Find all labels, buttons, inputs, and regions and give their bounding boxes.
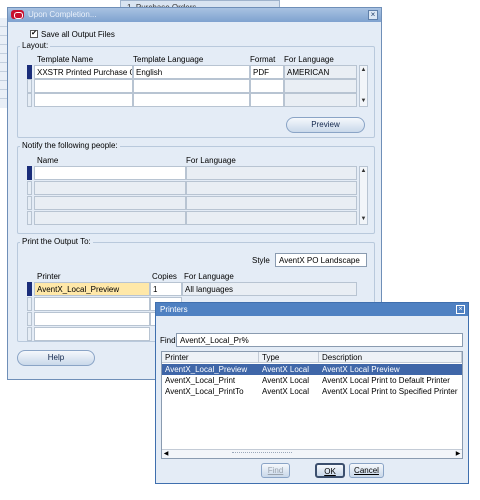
printer-name: AventX_Local_Preview: [165, 365, 248, 374]
template-language-cell[interactable]: English: [133, 65, 250, 79]
col-name: Name: [37, 156, 59, 165]
layout-scrollbar[interactable]: ▲ ▼: [359, 65, 368, 107]
row-indicator[interactable]: [27, 327, 32, 341]
ok-button-label: OK: [324, 467, 336, 476]
row-indicator[interactable]: [27, 282, 32, 296]
notify-language-cell[interactable]: [186, 166, 357, 180]
col-type: Type: [259, 352, 319, 363]
printers-titlebar[interactable]: Printers ×: [156, 303, 468, 316]
for-language-cell[interactable]: [284, 79, 357, 93]
close-icon[interactable]: ×: [456, 305, 465, 314]
col-format: Format: [250, 55, 276, 64]
notify-name-cell[interactable]: [34, 211, 186, 225]
list-item[interactable]: AventX_Local_Preview AventX Local AventX…: [162, 364, 462, 375]
printers-title: Printers: [160, 305, 188, 314]
row-indicator[interactable]: [27, 211, 32, 225]
printer-cell[interactable]: [34, 327, 150, 341]
notify-language-cell[interactable]: [186, 181, 357, 195]
template-name-cell[interactable]: [34, 79, 133, 93]
col-for-language: For Language: [186, 156, 236, 165]
scroll-up-icon[interactable]: ▲: [360, 168, 367, 175]
find-input[interactable]: AventX_Local_Pr%: [176, 333, 463, 347]
printers-list: Printer Type Description AventX_Local_Pr…: [161, 351, 463, 459]
row-indicator[interactable]: [27, 312, 32, 326]
save-all-checkbox[interactable]: ✔: [30, 30, 38, 38]
template-name-cell[interactable]: [34, 93, 133, 107]
layout-group: Layout: Template Name Template Language …: [17, 41, 375, 138]
find-button-label: Find: [267, 466, 284, 475]
scroll-up-icon[interactable]: ▲: [360, 67, 367, 74]
printer-type: AventX Local: [262, 365, 309, 374]
printer-type: AventX Local: [262, 387, 309, 396]
printer-cell[interactable]: [34, 297, 150, 311]
style-field[interactable]: AventX PO Landscape: [275, 253, 367, 267]
format-cell[interactable]: PDF: [250, 65, 284, 79]
printer-type: AventX Local: [262, 376, 309, 385]
scroll-left-icon[interactable]: ◀: [162, 450, 170, 458]
layout-group-title: Layout:: [20, 41, 51, 50]
row-indicator[interactable]: [27, 196, 32, 210]
col-template-name: Template Name: [37, 55, 94, 64]
template-name-cell[interactable]: XXSTR Printed Purchase O: [34, 65, 133, 79]
style-label: Style: [252, 256, 270, 265]
scroll-right-icon[interactable]: ▶: [454, 450, 462, 458]
row-indicator[interactable]: [27, 166, 32, 180]
notify-group: Notify the following people: Name For La…: [17, 141, 375, 234]
notify-language-cell[interactable]: [186, 196, 357, 210]
printer-description: AventX Local Print to Specified Printer: [322, 387, 458, 396]
col-template-language: Template Language: [133, 55, 204, 64]
horizontal-scrollbar[interactable]: ◀ ▶: [162, 449, 462, 458]
scroll-down-icon[interactable]: ▼: [360, 98, 367, 105]
col-copies: Copies: [152, 272, 177, 281]
format-cell[interactable]: [250, 93, 284, 107]
format-cell[interactable]: [250, 79, 284, 93]
find-label: Find: [160, 336, 176, 345]
preview-button[interactable]: Preview: [286, 117, 365, 133]
print-language-cell[interactable]: All languages: [182, 282, 357, 296]
save-all-label: Save all Output Files: [41, 30, 115, 39]
cancel-button[interactable]: Cancel: [349, 463, 384, 478]
row-indicator[interactable]: [27, 79, 32, 93]
row-indicator[interactable]: [27, 297, 32, 311]
list-item[interactable]: AventX_Local_Print AventX Local AventX L…: [162, 375, 462, 386]
close-icon[interactable]: ×: [368, 10, 378, 20]
printer-description: AventX Local Preview: [322, 365, 400, 374]
notify-scrollbar[interactable]: ▲ ▼: [359, 166, 368, 225]
col-for-language: For Language: [184, 272, 234, 281]
printers-dialog: Printers × Find AventX_Local_Pr% Printer…: [155, 302, 469, 484]
window-title: Upon Completion...: [28, 10, 97, 19]
notify-name-cell[interactable]: [34, 166, 186, 180]
find-button[interactable]: Find: [261, 463, 290, 478]
copies-cell[interactable]: 1: [150, 282, 182, 296]
ok-button[interactable]: OK: [315, 463, 345, 478]
template-language-cell[interactable]: [133, 93, 250, 107]
list-item[interactable]: AventX_Local_PrintTo AventX Local AventX…: [162, 386, 462, 397]
col-printer: Printer: [37, 272, 61, 281]
row-indicator[interactable]: [27, 181, 32, 195]
notify-name-cell[interactable]: [34, 196, 186, 210]
col-printer: Printer: [162, 352, 259, 363]
template-language-cell[interactable]: [133, 79, 250, 93]
cancel-button-label: Cancel: [354, 466, 379, 475]
window-titlebar[interactable]: Upon Completion... ×: [8, 8, 381, 22]
print-group-title: Print the Output To:: [20, 237, 93, 246]
for-language-cell[interactable]: AMERICAN: [284, 65, 357, 79]
scroll-down-icon[interactable]: ▼: [360, 216, 367, 223]
printer-description: AventX Local Print to Default Printer: [322, 376, 450, 385]
printer-cell[interactable]: [34, 312, 150, 326]
col-for-language: For Language: [284, 55, 334, 64]
row-indicator[interactable]: [27, 93, 32, 107]
for-language-cell[interactable]: [284, 93, 357, 107]
help-button[interactable]: Help: [17, 350, 95, 366]
row-indicator[interactable]: [27, 65, 32, 79]
printer-name: AventX_Local_PrintTo: [165, 387, 244, 396]
notify-name-cell[interactable]: [34, 181, 186, 195]
notify-language-cell[interactable]: [186, 211, 357, 225]
scroll-thumb[interactable]: [232, 452, 292, 456]
printer-name: AventX_Local_Print: [165, 376, 236, 385]
oracle-logo-icon: [11, 10, 24, 19]
col-description: Description: [319, 352, 462, 363]
notify-group-title: Notify the following people:: [20, 141, 120, 150]
printer-cell[interactable]: AventX_Local_Preview: [34, 282, 150, 296]
